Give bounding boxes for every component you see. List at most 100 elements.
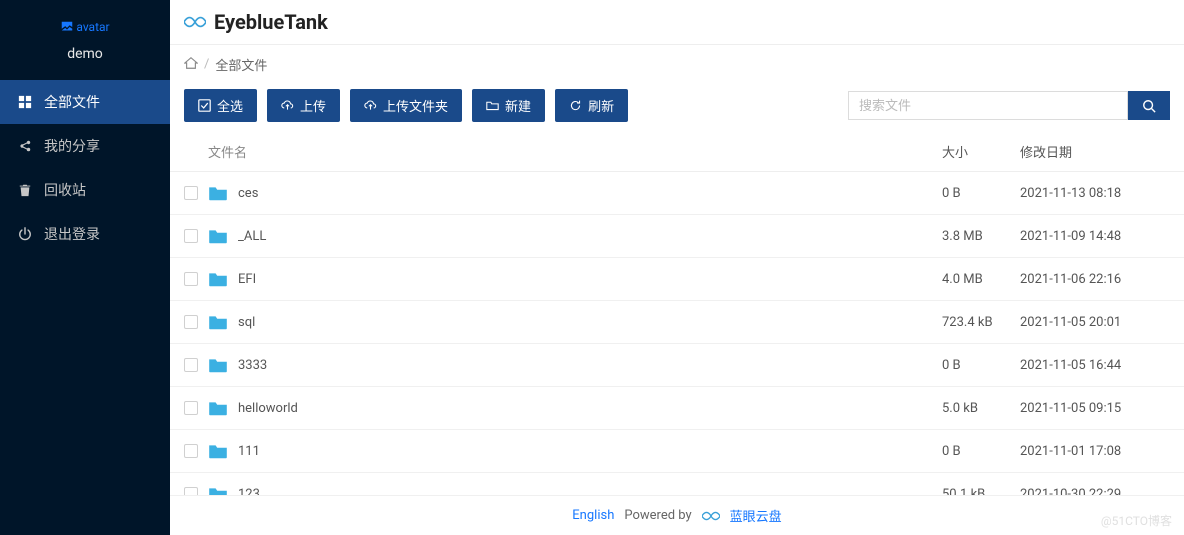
power-icon: [18, 227, 32, 241]
new-folder-button[interactable]: 新建: [472, 89, 545, 122]
breadcrumb-separator: /: [204, 57, 209, 72]
share-icon: [18, 139, 32, 153]
header-date: 修改日期: [1020, 142, 1170, 161]
breadcrumb-home[interactable]: [184, 56, 198, 74]
row-checkbox[interactable]: [184, 272, 198, 286]
folder-icon: [208, 486, 228, 495]
toolbar: 全选 上传 上传文件夹 新建 刷新: [170, 85, 1184, 134]
file-size: 50.1 kB: [942, 487, 1020, 496]
trash-icon: [18, 183, 32, 197]
sidebar-item-label: 退出登录: [44, 224, 100, 244]
button-label: 上传: [300, 96, 326, 115]
file-size: 4.0 MB: [942, 272, 1020, 287]
file-date: 2021-11-09 14:48: [1020, 229, 1170, 244]
refresh-button[interactable]: 刷新: [555, 89, 628, 122]
toolbar-buttons: 全选 上传 上传文件夹 新建 刷新: [184, 89, 628, 122]
brand-logo-icon: [184, 11, 206, 33]
refresh-icon: [569, 99, 582, 112]
nav-list: 全部文件 我的分享 回收站 退出登录: [0, 80, 170, 256]
search-input[interactable]: [848, 91, 1128, 120]
file-name: 3333: [238, 358, 267, 373]
folder-icon: [208, 271, 228, 287]
row-checkbox[interactable]: [184, 315, 198, 329]
file-date: 2021-10-30 22:29: [1020, 487, 1170, 496]
sidebar: avatar demo 全部文件 我的分享 回收站 退出登录: [0, 0, 170, 535]
file-date: 2021-11-05 16:44: [1020, 358, 1170, 373]
table-row[interactable]: 123 50.1 kB2021-10-30 22:29: [170, 473, 1184, 495]
home-icon: [184, 56, 198, 70]
file-size: 3.8 MB: [942, 229, 1020, 244]
file-date: 2021-11-05 20:01: [1020, 315, 1170, 330]
row-checkbox[interactable]: [184, 229, 198, 243]
cloud-upload-icon: [281, 99, 294, 112]
search-icon: [1142, 99, 1156, 113]
file-size: 0 B: [942, 358, 1020, 373]
check-square-icon: [198, 99, 211, 112]
file-date: 2021-11-13 08:18: [1020, 186, 1170, 201]
footer-product-link[interactable]: 蓝眼云盘: [730, 506, 782, 525]
file-name: sql: [238, 315, 255, 330]
button-label: 全选: [217, 96, 243, 115]
file-name: helloworld: [238, 401, 298, 416]
sidebar-item-label: 回收站: [44, 180, 86, 200]
upload-folder-button[interactable]: 上传文件夹: [350, 89, 462, 122]
avatar-alt-text: avatar: [76, 20, 109, 34]
file-date: 2021-11-06 22:16: [1020, 272, 1170, 287]
footer-logo-icon: [702, 509, 720, 523]
button-label: 刷新: [588, 96, 614, 115]
file-date: 2021-11-05 09:15: [1020, 401, 1170, 416]
file-name: 111: [238, 444, 260, 459]
table-row[interactable]: helloworld 5.0 kB2021-11-05 09:15: [170, 387, 1184, 430]
row-checkbox[interactable]: [184, 358, 198, 372]
sidebar-item-label: 全部文件: [44, 92, 100, 112]
header-name: 文件名: [208, 142, 247, 161]
header-size: 大小: [942, 142, 1020, 161]
topbar: EyeblueTank: [170, 0, 1184, 45]
footer-powered-by: Powered by: [624, 508, 691, 523]
profile-section: avatar demo: [0, 0, 170, 70]
footer-lang-link[interactable]: English: [572, 508, 614, 523]
footer: English Powered by 蓝眼云盘: [170, 495, 1184, 535]
row-checkbox[interactable]: [184, 401, 198, 415]
table-row[interactable]: EFI4.0 MB2021-11-06 22:16: [170, 258, 1184, 301]
table-row[interactable]: 3333 0 B2021-11-05 16:44: [170, 344, 1184, 387]
upload-button[interactable]: 上传: [267, 89, 340, 122]
broken-image-icon: [60, 20, 74, 34]
file-size: 5.0 kB: [942, 401, 1020, 416]
folder-icon: [208, 443, 228, 459]
sidebar-item-label: 我的分享: [44, 136, 100, 156]
table-row[interactable]: 111 0 B2021-11-01 17:08: [170, 430, 1184, 473]
grid-icon: [18, 95, 32, 109]
file-date: 2021-11-01 17:08: [1020, 444, 1170, 459]
folder-icon: [208, 228, 228, 244]
main-content: EyeblueTank / 全部文件 全选 上传 上传文: [170, 0, 1184, 535]
search-box: [848, 91, 1170, 120]
button-label: 上传文件夹: [383, 96, 448, 115]
file-size: 0 B: [942, 444, 1020, 459]
username: demo: [0, 46, 170, 62]
folder-icon: [208, 185, 228, 201]
cloud-upload-icon: [364, 99, 377, 112]
table-row[interactable]: ces0 B2021-11-13 08:18: [170, 172, 1184, 215]
sidebar-item-recycle-bin[interactable]: 回收站: [0, 168, 170, 212]
row-checkbox[interactable]: [184, 186, 198, 200]
breadcrumb: / 全部文件: [170, 45, 1184, 85]
search-button[interactable]: [1128, 91, 1170, 120]
file-size: 0 B: [942, 186, 1020, 201]
table-header: 文件名 大小 修改日期: [170, 134, 1184, 172]
avatar-placeholder: avatar: [60, 20, 109, 34]
select-all-button[interactable]: 全选: [184, 89, 257, 122]
row-checkbox[interactable]: [184, 444, 198, 458]
button-label: 新建: [505, 96, 531, 115]
sidebar-item-my-share[interactable]: 我的分享: [0, 124, 170, 168]
folder-icon: [208, 314, 228, 330]
sidebar-item-all-files[interactable]: 全部文件: [0, 80, 170, 124]
row-checkbox[interactable]: [184, 487, 198, 495]
folder-icon: [208, 400, 228, 416]
file-name: _ALL: [238, 229, 266, 244]
sidebar-item-logout[interactable]: 退出登录: [0, 212, 170, 256]
table-row[interactable]: _ALL 3.8 MB2021-11-09 14:48: [170, 215, 1184, 258]
file-name: 123: [238, 487, 260, 496]
brand-name: EyeblueTank: [214, 10, 328, 34]
table-row[interactable]: sql723.4 kB2021-11-05 20:01: [170, 301, 1184, 344]
